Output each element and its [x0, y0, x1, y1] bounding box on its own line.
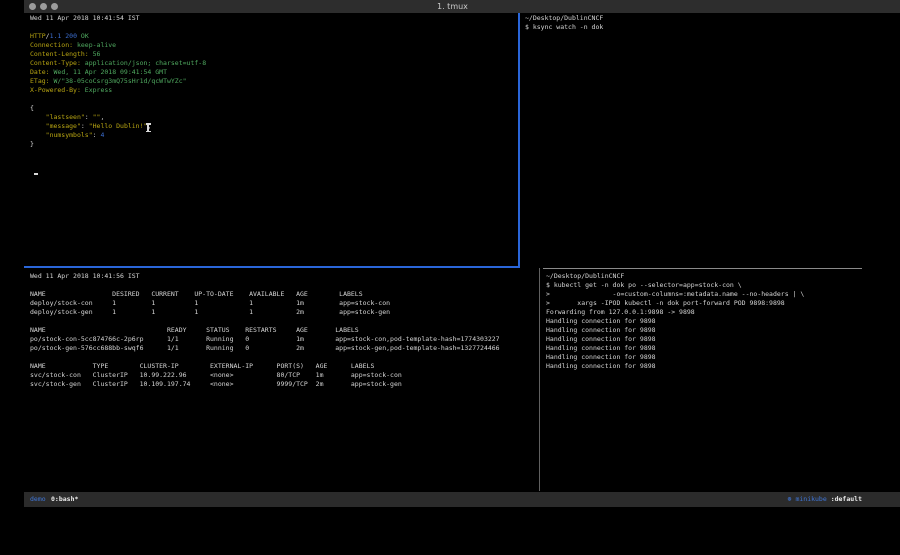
terminal-line: Wed 11 Apr 2018 10:41:54 IST	[30, 14, 206, 23]
terminal-line: ETag: W/"38-05coCsrg3mQ75sHr1d/qcWTwYZc"	[30, 77, 206, 86]
terminal-line: > xargs -IPOD kubectl -n dok port-forwar…	[546, 299, 804, 308]
mouse-text-cursor-icon	[147, 123, 149, 132]
terminal-line	[30, 95, 206, 104]
terminal-line: Connection: keep-alive	[30, 41, 206, 50]
screen: 1. tmux Wed 11 Apr 2018 10:41:54 IST HTTP…	[0, 0, 900, 555]
terminal-line: po/stock-gen-576cc688bb-swqf6 1/1 Runnin…	[30, 344, 500, 353]
terminal-line	[30, 353, 500, 362]
terminal-line: Content-Type: application/json; charset=…	[30, 59, 206, 68]
pane-divider-vertical[interactable]	[539, 268, 540, 491]
terminal-line	[30, 167, 206, 178]
terminal-line	[30, 158, 206, 167]
kubernetes-icon: ⊛	[788, 495, 792, 503]
terminal-line: HTTP/1.1 200 OK	[30, 32, 206, 41]
terminal-line: Handling connection for 9898	[546, 344, 804, 353]
terminal-line: Handling connection for 9898	[546, 326, 804, 335]
pane-port-forward[interactable]: ~/Desktop/DublinCNCF$ kubectl get -n dok…	[546, 272, 804, 371]
terminal-line: $ ksync watch -n dok	[525, 23, 603, 32]
terminal-line: Forwarding from 127.0.0.1:9898 -> 9898	[546, 308, 804, 317]
zoom-window-button[interactable]	[51, 3, 58, 10]
terminal-line: "lastseen": "",	[30, 113, 206, 122]
kube-namespace: :default	[831, 495, 862, 503]
terminal-line: NAME DESIRED CURRENT UP-TO-DATE AVAILABL…	[30, 290, 500, 299]
status-right: ⊛ minikube :default	[788, 492, 862, 507]
terminal-line: Handling connection for 9898	[546, 335, 804, 344]
pane-divider-horizontal[interactable]	[543, 268, 862, 269]
terminal-line	[30, 281, 500, 290]
terminal-line: svc/stock-con ClusterIP 10.99.222.96 <no…	[30, 371, 500, 380]
pane-ksync[interactable]: ~/Desktop/DublinCNCF$ ksync watch -n dok	[525, 14, 603, 32]
terminal-line: svc/stock-gen ClusterIP 10.109.197.74 <n…	[30, 380, 500, 389]
terminal-line: deploy/stock-con 1 1 1 1 1m app=stock-co…	[30, 299, 500, 308]
terminal-line: {	[30, 104, 206, 113]
pane-divider-vertical-active[interactable]	[518, 13, 520, 268]
terminal-line: ~/Desktop/DublinCNCF	[525, 14, 603, 23]
pane-divider-horizontal-active[interactable]	[24, 266, 519, 268]
tmux-status-bar: demo 0:bash* ⊛ minikube :default	[24, 492, 900, 507]
terminal-line: X-Powered-By: Express	[30, 86, 206, 95]
window-title: 1. tmux	[437, 1, 468, 12]
terminal-line	[30, 23, 206, 32]
terminal-line: > -o=custom-columns=:metadata.name --no-…	[546, 290, 804, 299]
terminal-line: "message": "Hello Dublin!",	[30, 122, 206, 131]
minimize-window-button[interactable]	[40, 3, 47, 10]
terminal-line: ~/Desktop/DublinCNCF	[546, 272, 804, 281]
terminal-line: NAME READY STATUS RESTARTS AGE LABELS	[30, 326, 500, 335]
window-titlebar: 1. tmux	[24, 0, 900, 13]
terminal-line: Handling connection for 9898	[546, 362, 804, 371]
pane-http-response[interactable]: Wed 11 Apr 2018 10:41:54 IST HTTP/1.1 200…	[30, 14, 206, 178]
terminal-line: }	[30, 140, 206, 149]
terminal-line: Wed 11 Apr 2018 10:41:56 IST	[30, 272, 500, 281]
terminal-line: deploy/stock-gen 1 1 1 1 2m app=stock-ge…	[30, 308, 500, 317]
terminal-line: "numsymbols": 4	[30, 131, 206, 140]
window-tab-bash[interactable]: 0:bash*	[51, 492, 78, 507]
terminal-line: $ kubectl get -n dok po --selector=app=s…	[546, 281, 804, 290]
kube-context: minikube	[795, 495, 826, 503]
close-window-button[interactable]	[29, 3, 36, 10]
session-name: demo	[30, 492, 46, 507]
terminal-line: Handling connection for 9898	[546, 353, 804, 362]
terminal-line: NAME TYPE CLUSTER-IP EXTERNAL-IP PORT(S)…	[30, 362, 500, 371]
pane-kubectl-get[interactable]: Wed 11 Apr 2018 10:41:56 IST NAME DESIRED…	[30, 272, 500, 389]
terminal-cursor	[34, 167, 38, 175]
traffic-lights	[29, 3, 58, 10]
terminal-line: Content-Length: 56	[30, 50, 206, 59]
terminal-line	[30, 317, 500, 326]
terminal-line: po/stock-con-5cc874766c-2p6rp 1/1 Runnin…	[30, 335, 500, 344]
terminal-line	[30, 149, 206, 158]
terminal-line: Date: Wed, 11 Apr 2018 09:41:54 GMT	[30, 68, 206, 77]
terminal-line: Handling connection for 9898	[546, 317, 804, 326]
